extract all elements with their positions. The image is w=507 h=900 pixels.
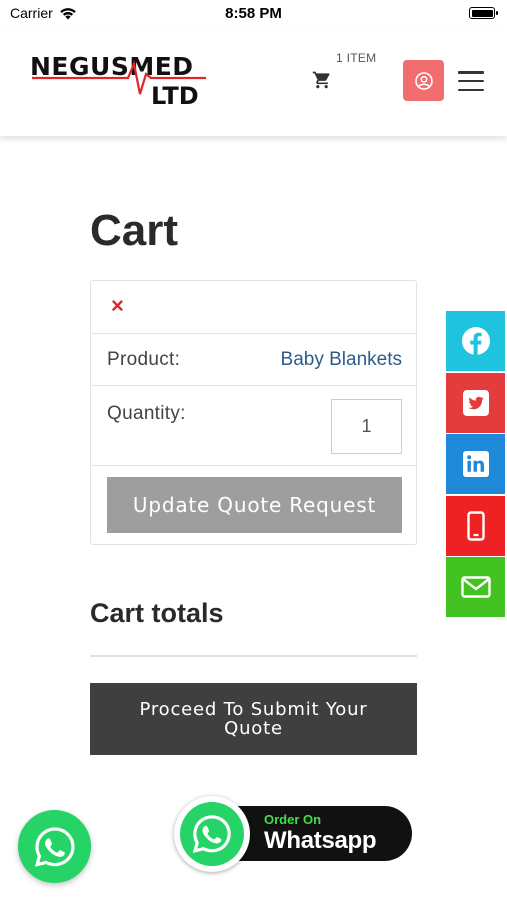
- hamburger-menu-icon[interactable]: [458, 71, 484, 91]
- product-row: Product: Baby Blankets: [91, 334, 416, 386]
- negusmed-logo[interactable]: NEGUSMED LTD: [30, 50, 210, 114]
- quantity-row: Quantity:: [91, 386, 416, 466]
- quantity-label: Quantity:: [107, 403, 186, 424]
- product-label: Product:: [107, 349, 181, 370]
- phone-call-button[interactable]: [446, 495, 505, 556]
- cart-item-card: × Product: Baby Blankets Quantity: Updat…: [90, 280, 417, 545]
- twitter-icon: [462, 389, 489, 416]
- site-header: NEGUSMED LTD 1 ITEM: [0, 30, 507, 136]
- whatsapp-chat-button[interactable]: [18, 810, 91, 883]
- remove-item-icon[interactable]: ×: [111, 295, 124, 317]
- whatsapp-icon: [192, 815, 231, 854]
- social-share-bar: [446, 311, 505, 619]
- whatsapp-icon: [34, 826, 75, 867]
- account-button[interactable]: [403, 60, 444, 101]
- divider: [90, 655, 417, 657]
- clock: 8:58 PM: [225, 5, 282, 22]
- phone-icon: [466, 511, 485, 541]
- cart-item-count: 1 ITEM: [336, 51, 377, 65]
- shopping-cart-icon[interactable]: [312, 70, 332, 90]
- logo-text-sub: LTD: [151, 82, 199, 110]
- cart-totals-heading: Cart totals: [90, 598, 224, 628]
- update-quote-button[interactable]: Update Quote Request: [107, 477, 402, 533]
- whatsapp-label: Whatsapp: [264, 827, 377, 854]
- whatsapp-badge-circle: [174, 796, 250, 872]
- facebook-icon: [461, 327, 490, 355]
- user-circle-icon: [414, 71, 433, 90]
- proceed-submit-quote-button[interactable]: Proceed To Submit Your Quote: [90, 683, 417, 755]
- email-share-button[interactable]: [446, 557, 505, 618]
- facebook-share-button[interactable]: [446, 311, 505, 371]
- product-link[interactable]: Baby Blankets: [281, 349, 402, 371]
- battery-icon: [469, 7, 498, 19]
- order-on-label: Order On: [264, 812, 322, 827]
- remove-row: ×: [91, 281, 416, 334]
- page-title: Cart: [90, 206, 179, 255]
- linkedin-share-button[interactable]: [446, 434, 505, 495]
- email-icon: [460, 576, 491, 599]
- twitter-share-button[interactable]: [446, 372, 505, 433]
- quantity-input[interactable]: [331, 399, 402, 454]
- status-bar: Carrier 8:58 PM: [0, 0, 507, 28]
- order-on-whatsapp-badge[interactable]: Order On Whatsapp: [172, 796, 414, 876]
- linkedin-icon: [462, 451, 489, 478]
